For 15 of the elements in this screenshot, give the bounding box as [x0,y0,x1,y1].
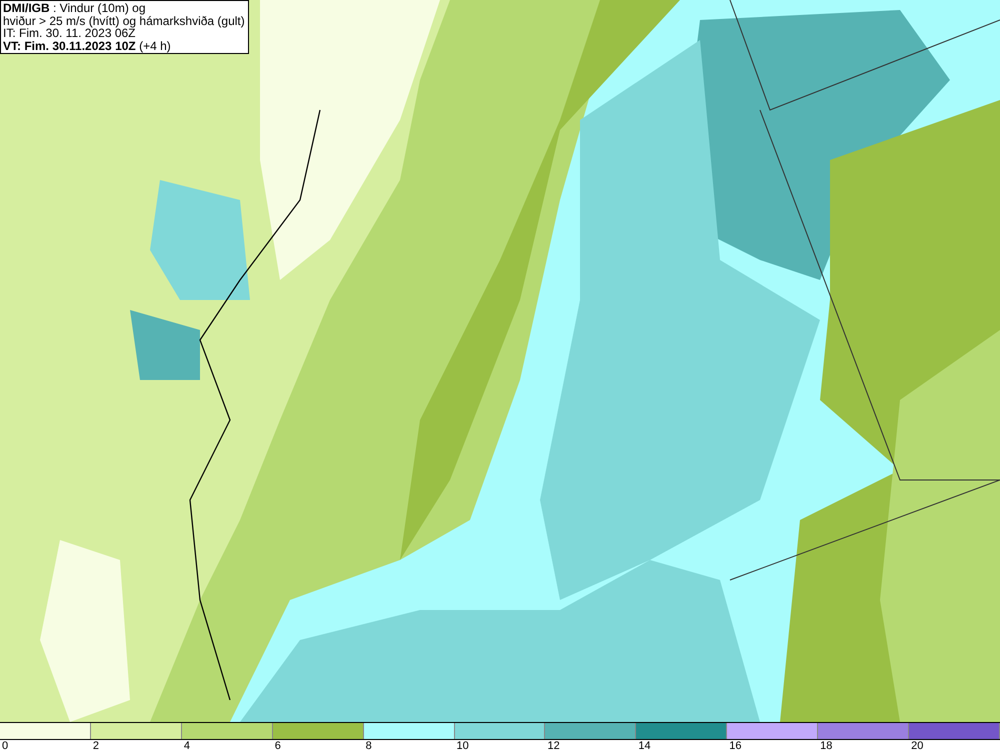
legend-label: 2 [92,740,100,752]
legend-label: 0 [2,740,8,752]
legend-label: 10 [456,740,469,752]
header-text: IT: Fim. 30. 11. 2023 06Z [3,27,137,40]
header-text: hviður > 25 m/s (hvítt) og hámarkshviða (gult) [3,14,245,27]
legend-label: 8 [366,740,372,752]
legend-label: 20 [911,740,924,752]
legend-label: 12 [547,740,560,752]
legend-label: 6 [274,740,281,752]
legend-label: 4 [184,740,190,752]
legend-label: 16 [729,740,742,752]
header-text: VT: Fim. 30.11.2023 10Z (+4 h) [3,40,172,52]
header-text: DMI/IGB : Vindur (10m) og [3,2,146,14]
legend-label: 14 [638,740,651,752]
legend-label: 18 [820,740,832,752]
